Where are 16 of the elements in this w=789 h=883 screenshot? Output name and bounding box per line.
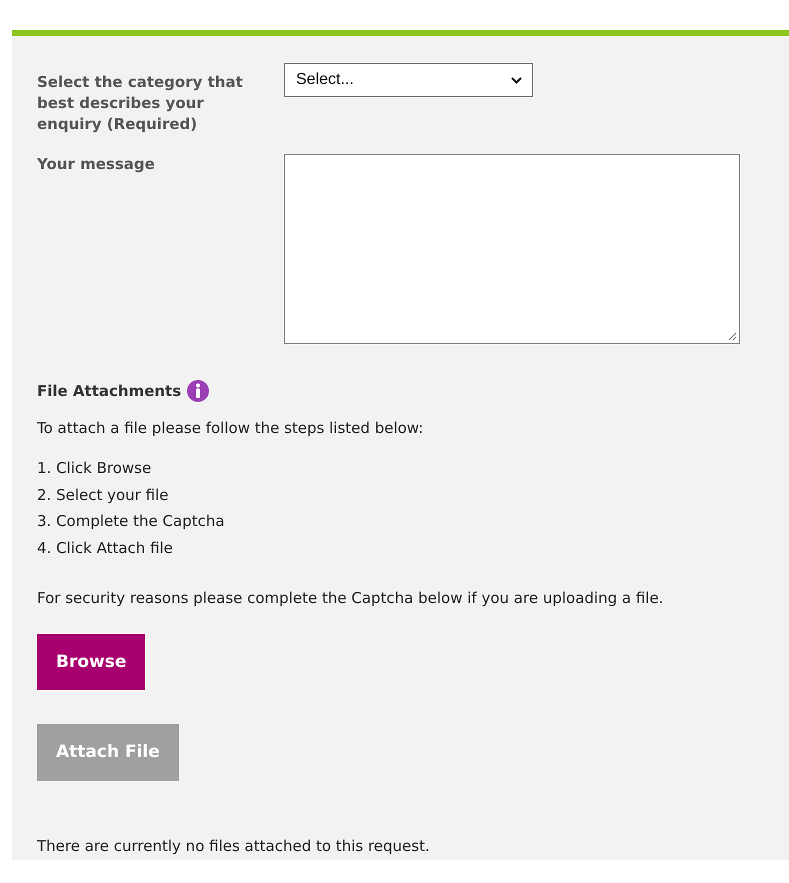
message-label: Your message <box>37 154 156 175</box>
category-label: Select the category that best describes your enquiry (Required) <box>37 72 244 135</box>
step-text: 4. Click Attach file <box>37 538 174 560</box>
category-select[interactable]: Select... <box>284 63 533 97</box>
info-icon[interactable] <box>187 380 210 402</box>
security-note: For security reasons please complete the Captcha below if you are uploading a file. <box>37 588 664 607</box>
message-field[interactable] <box>284 154 740 344</box>
chevron-icon <box>511 76 522 84</box>
step-text: 1. Click Browse <box>37 458 152 479</box>
resize-handle-icon[interactable] <box>728 332 737 341</box>
attachments-heading: File Attachments <box>37 382 182 400</box>
step-text: 3. Complete the Captcha <box>37 511 226 532</box>
instructions-text: To attach a file please follow the steps listed below: <box>37 419 424 437</box>
browse-button[interactable]: Browse <box>37 634 146 690</box>
step-text: 2. Select your file <box>37 484 170 506</box>
attachments-status: There are currently no files attached to this request. <box>37 836 431 855</box>
